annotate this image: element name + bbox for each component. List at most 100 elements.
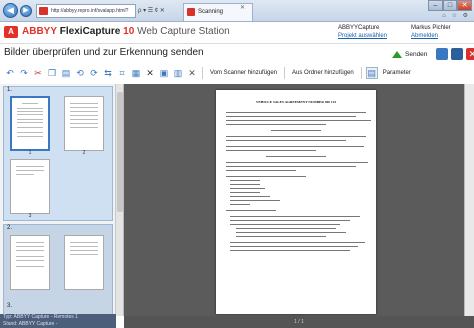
document-text-line bbox=[266, 156, 326, 158]
document-text-line bbox=[226, 136, 366, 138]
delete-page-icon[interactable]: ✕ bbox=[144, 67, 156, 79]
address-bar[interactable]: http://abbyy.repro.inf/svalapp.html? bbox=[36, 4, 136, 18]
batch-stage: Stand: ABBYY Capture - bbox=[3, 321, 58, 327]
station-name: Web Capture Station bbox=[137, 26, 230, 37]
batch-icon[interactable] bbox=[436, 48, 449, 60]
export-icon[interactable] bbox=[451, 48, 464, 60]
page-icon[interactable]: ▦ bbox=[130, 67, 142, 79]
toolbar-divider bbox=[284, 67, 286, 79]
page-number: 1 bbox=[28, 150, 32, 156]
delete-batch-icon[interactable]: ✕ bbox=[466, 48, 474, 60]
document-text-line bbox=[230, 184, 260, 186]
page-title: Bilder überprüfen und zur Erkennung send… bbox=[4, 47, 204, 58]
document-text-line bbox=[230, 188, 265, 190]
document-text-line bbox=[230, 196, 270, 198]
merge-icon[interactable]: ▥ bbox=[172, 67, 184, 79]
text-line bbox=[16, 166, 44, 167]
close-window-button[interactable]: ✕ bbox=[457, 0, 473, 11]
document-text-line bbox=[226, 120, 371, 122]
text-line bbox=[16, 250, 44, 251]
browser-tools-icons[interactable]: ⌂ ☆ ⚙ bbox=[442, 12, 470, 21]
batch-label: 1. bbox=[7, 87, 13, 93]
text-line bbox=[17, 108, 43, 109]
document-text-line bbox=[230, 216, 360, 218]
text-line bbox=[70, 246, 98, 247]
text-line bbox=[17, 132, 43, 133]
viewer-scrollbar[interactable] bbox=[464, 84, 474, 316]
app-logo-text: ABBYY FlexiCapture 10 Web Capture Statio… bbox=[22, 26, 230, 38]
flip-icon[interactable]: ⇆ bbox=[102, 67, 114, 79]
page-counter: 1 / 1 bbox=[124, 316, 474, 328]
text-line bbox=[17, 136, 43, 137]
product-name: FlexiCapture bbox=[59, 26, 121, 37]
batch-status: Typ: ABBYY Capture - Remotes 1 Stand: AB… bbox=[0, 314, 116, 328]
text-line bbox=[17, 119, 43, 120]
address-controls[interactable]: ρ ▾ ☰ ¢ ✕ bbox=[138, 4, 182, 18]
parameters-button[interactable]: Parameter bbox=[380, 70, 414, 76]
page-thumbnail-4[interactable] bbox=[10, 235, 50, 290]
thumbnail-scroll-thumb[interactable] bbox=[117, 92, 123, 212]
parameters-icon[interactable]: ▤ bbox=[365, 67, 378, 79]
split-icon[interactable]: ✕ bbox=[186, 67, 198, 79]
document-text-line bbox=[230, 180, 260, 182]
product-version: 10 bbox=[123, 26, 135, 37]
back-button[interactable]: ◀ bbox=[3, 3, 18, 18]
new-document-icon[interactable]: ▣ bbox=[158, 67, 170, 79]
text-line bbox=[16, 242, 44, 243]
text-line bbox=[70, 119, 98, 120]
redo-icon[interactable]: ↷ bbox=[18, 67, 30, 79]
window-controls: – □ ✕ bbox=[428, 0, 473, 11]
cut-icon[interactable]: ✂ bbox=[32, 67, 44, 79]
document-text-line bbox=[226, 166, 356, 168]
batch-label: 2. bbox=[7, 225, 13, 231]
send-area: Senden ✕ bbox=[392, 47, 474, 61]
batch-2[interactable]: 2. 3. bbox=[3, 224, 113, 320]
batch-type: Typ: ABBYY Capture - Remotes 1 bbox=[3, 314, 78, 320]
document-text-line bbox=[226, 116, 356, 118]
document-text-line bbox=[226, 146, 364, 148]
document-page-image[interactable]: VEHICLE SALES AGREEMENT NUMBER 400 123 bbox=[216, 90, 376, 314]
paste-icon[interactable]: ▤ bbox=[60, 67, 72, 79]
logout-link[interactable]: Abmelden bbox=[411, 32, 471, 40]
rotate-right-icon[interactable]: ⟳ bbox=[88, 67, 100, 79]
undo-icon[interactable]: ↶ bbox=[4, 67, 16, 79]
minimize-button[interactable]: – bbox=[428, 0, 443, 11]
document-text-line bbox=[230, 246, 358, 248]
document-text-line bbox=[226, 170, 296, 172]
forward-button[interactable]: ▶ bbox=[20, 5, 32, 17]
select-project-link[interactable]: Projekt auswählen bbox=[338, 32, 398, 40]
maximize-button[interactable]: □ bbox=[442, 0, 458, 11]
add-from-folder-button[interactable]: Aus Ordner hinzufügen bbox=[289, 70, 357, 76]
document-text-line bbox=[230, 250, 350, 252]
send-arrow-icon[interactable] bbox=[392, 50, 402, 58]
document-text-line bbox=[226, 150, 316, 152]
text-line bbox=[70, 111, 98, 112]
send-button[interactable]: Senden bbox=[405, 51, 427, 58]
toolbar: ↶ ↷ ✂ ❐ ▤ ⟲ ⟳ ⇆ ⌗ ▦ ✕ ▣ ▥ ✕ Vom Scanner … bbox=[0, 64, 474, 82]
user-name: Markus Pichler bbox=[411, 25, 451, 31]
page-thumbnail-3[interactable] bbox=[10, 159, 50, 214]
scan-from-scanner-button[interactable]: Vom Scanner hinzufügen bbox=[207, 70, 280, 76]
text-line bbox=[70, 250, 98, 251]
abbyy-logo-icon: A bbox=[4, 26, 18, 38]
tab-close-icon[interactable]: ✕ bbox=[240, 0, 250, 16]
page-number: 3 bbox=[28, 213, 32, 219]
user-info: Markus Pichler Abmelden bbox=[411, 24, 471, 40]
text-line bbox=[70, 115, 98, 116]
address-text: http://abbyy.repro.inf/svalapp.html? bbox=[51, 8, 129, 14]
text-line bbox=[70, 254, 98, 255]
text-line bbox=[16, 256, 44, 257]
crop-icon[interactable]: ⌗ bbox=[116, 67, 128, 79]
text-line bbox=[17, 114, 43, 115]
page-thumbnail-5[interactable] bbox=[64, 235, 104, 290]
batch-1[interactable]: 1. 1 2 3 bbox=[3, 86, 113, 221]
page-thumbnail-2[interactable] bbox=[64, 96, 104, 151]
copy-icon[interactable]: ❐ bbox=[46, 67, 58, 79]
text-line bbox=[70, 127, 98, 128]
text-line bbox=[17, 127, 43, 128]
rotate-left-icon[interactable]: ⟲ bbox=[74, 67, 86, 79]
document-title: VEHICLE SALES AGREEMENT NUMBER 400 123 bbox=[255, 100, 337, 104]
text-line bbox=[17, 111, 43, 112]
page-thumbnail-1[interactable] bbox=[10, 96, 50, 151]
text-line bbox=[16, 260, 44, 261]
